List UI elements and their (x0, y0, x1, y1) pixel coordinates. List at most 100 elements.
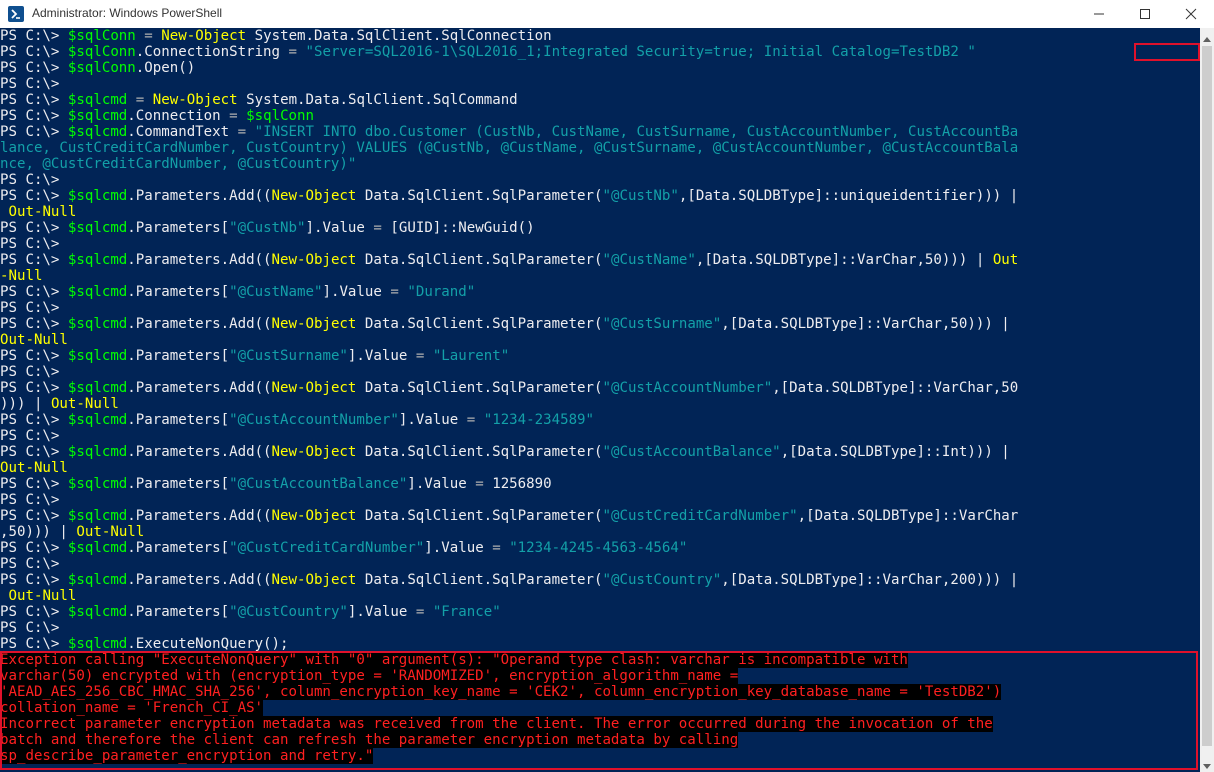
console-token-text: ].Value (407, 476, 476, 492)
console-token-prompt: PS C:\> (0, 28, 68, 44)
console-line: Out-Null (0, 204, 1200, 220)
console-token-text: ,50))) (0, 524, 51, 540)
console-token-prompt: PS C:\> (0, 172, 60, 188)
console-token-text: Data.SqlClient.SqlParameter( (356, 444, 603, 460)
console-token-text (424, 604, 433, 620)
console-token-prompt: PS C:\> (0, 108, 68, 124)
powershell-icon[interactable] (8, 6, 24, 22)
console-token-var: $sqlcmd (67, 476, 128, 492)
console-token-str: "@CustNb" (602, 188, 679, 204)
console-token-var: $sqlConn (67, 28, 136, 44)
vertical-scrollbar[interactable] (1200, 28, 1214, 772)
console-line: PS C:\> (0, 556, 1200, 572)
console-token-op: = (237, 124, 247, 140)
console-token-cmd: Out-Null (50, 396, 119, 412)
console-line: Out-Null (0, 332, 1200, 348)
console-line: Out-Null (0, 588, 1200, 604)
console-token-var: $sqlcmd (67, 508, 128, 524)
close-icon (1185, 8, 1197, 20)
console-line: PS C:\> $sqlcmd.Connection = $sqlConn (0, 108, 1200, 124)
console-token-text: ].Value (305, 220, 374, 236)
minimize-button[interactable] (1076, 0, 1122, 28)
console-token-text: .Parameters.Add(( (127, 380, 272, 396)
chevron-down-icon (1203, 755, 1211, 772)
console-line: PS C:\> (0, 364, 1200, 380)
console-line: PS C:\> $sqlcmd.Parameters["@CustAccount… (0, 412, 1200, 428)
console-token-text: Data.SqlClient.SqlParameter( (356, 572, 603, 588)
console-line: PS C:\> (0, 428, 1200, 444)
console-token-var: $sqlcmd (67, 348, 128, 364)
console-token-prompt: PS C:\> (0, 316, 68, 332)
console-token-cmd: Out-Null (0, 332, 68, 348)
console-token-text: .Connection (127, 108, 230, 124)
highlight-box-error-message (0, 651, 1198, 770)
minimize-icon (1093, 8, 1105, 20)
console-token-var: $sqlConn (67, 60, 136, 76)
console-token-op: = (466, 412, 476, 428)
title-bar[interactable]: Administrator: Windows PowerShell (0, 0, 1214, 28)
console-token-prompt: PS C:\> (0, 364, 60, 380)
console-token-str: "@CustCreditCardNumber" (602, 508, 798, 524)
console-token-text: .Parameters[ (127, 284, 230, 300)
console-token-prompt: PS C:\> (0, 188, 68, 204)
console-token-str: nce, @CustCreditCardNumber, @CustCountry… (0, 156, 357, 172)
console-token-str: "@CustAccountNumber" (229, 412, 399, 428)
console-token-var: $sqlcmd (67, 604, 128, 620)
console-token-text (475, 412, 484, 428)
console-line: nce, @CustCreditCardNumber, @CustCountry… (0, 156, 1200, 172)
console-line: PS C:\> $sqlcmd.Parameters.Add((New-Obje… (0, 316, 1200, 332)
maximize-button[interactable] (1122, 0, 1168, 28)
console-line: PS C:\> (0, 492, 1200, 508)
console-token-var: $sqlcmd (67, 92, 128, 108)
console-token-text: .Parameters.Add(( (127, 508, 272, 524)
console-token-op: = (373, 220, 382, 236)
scroll-down-button[interactable] (1200, 756, 1214, 772)
console-token-str: "@CustAccountNumber" (602, 380, 773, 396)
console-token-prompt: PS C:\> (0, 236, 60, 252)
window-title: Administrator: Windows PowerShell (32, 6, 223, 20)
console-token-text: .Parameters.Add(( (127, 572, 272, 588)
console-line: PS C:\> $sqlcmd.Parameters["@CustSurname… (0, 348, 1200, 364)
console-line: PS C:\> $sqlConn.Open() (0, 60, 1200, 76)
console-token-op: = (144, 28, 153, 44)
console-token-cmd: New-Object (271, 572, 357, 588)
scroll-up-button[interactable] (1200, 28, 1214, 44)
console-line: ))) | Out-Null (0, 396, 1200, 412)
console-token-op: = (492, 540, 501, 556)
chevron-up-icon (1203, 27, 1211, 46)
console-token-cmd: New-Object (271, 252, 357, 268)
console-token-text: .ExecuteNonQuery(); (127, 636, 289, 652)
console-token-text: ,[Data.SQLDBType]::uniqueidentifier))) | (678, 188, 1019, 204)
close-button[interactable] (1168, 0, 1214, 28)
console-token-var: $sqlcmd (67, 284, 128, 300)
console-token-str: "Server=SQL2016-1\SQL2016_1;Integrated S… (305, 44, 976, 60)
console-token-text: Data.SqlClient.SqlParameter( (356, 380, 603, 396)
console-token-text: .Open() (135, 60, 196, 76)
console-token-str: "@CustSurname" (602, 316, 722, 332)
console-token-var: $sqlcmd (67, 636, 128, 652)
console-line: PS C:\> $sqlcmd.Parameters.Add((New-Obje… (0, 572, 1200, 588)
console-token-text: .Parameters.Add(( (127, 188, 272, 204)
console-line: PS C:\> (0, 300, 1200, 316)
console-token-text: [GUID]::NewGuid() (381, 220, 535, 236)
console-token-text: ,[Data.SQLDBType]::Int))) | (780, 444, 1010, 460)
console-token-text (0, 588, 9, 604)
console-token-cmd: New-Object (271, 444, 357, 460)
console-token-text: System.Data.SqlClient.SqlConnection (246, 28, 552, 44)
console-token-cmd: New-Object (271, 316, 357, 332)
console-line: PS C:\> $sqlcmd.ExecuteNonQuery(); (0, 636, 1200, 652)
console-line: PS C:\> $sqlcmd = New-Object System.Data… (0, 92, 1200, 108)
console-token-prompt: PS C:\> (0, 252, 68, 268)
console-line: PS C:\> $sqlConn.ConnectionString = "Ser… (0, 44, 1200, 60)
console-line: PS C:\> $sqlcmd.Parameters["@CustCountry… (0, 604, 1200, 620)
console-token-text: ].Value (347, 348, 416, 364)
console-token-cmd: Out-Null (8, 204, 77, 220)
console-line: PS C:\> $sqlcmd.Parameters.Add((New-Obje… (0, 188, 1200, 204)
console-token-cmd: Out-Null (8, 588, 77, 604)
console-token-text: | (50, 524, 77, 540)
scrollbar-thumb[interactable] (1202, 46, 1212, 746)
console-token-str: "1234-4245-4563-4564" (509, 540, 688, 556)
console-token-var: $sqlcmd (67, 124, 128, 140)
console-token-text: .Parameters[ (127, 412, 230, 428)
console-line: PS C:\> $sqlcmd.Parameters.Add((New-Obje… (0, 444, 1200, 460)
